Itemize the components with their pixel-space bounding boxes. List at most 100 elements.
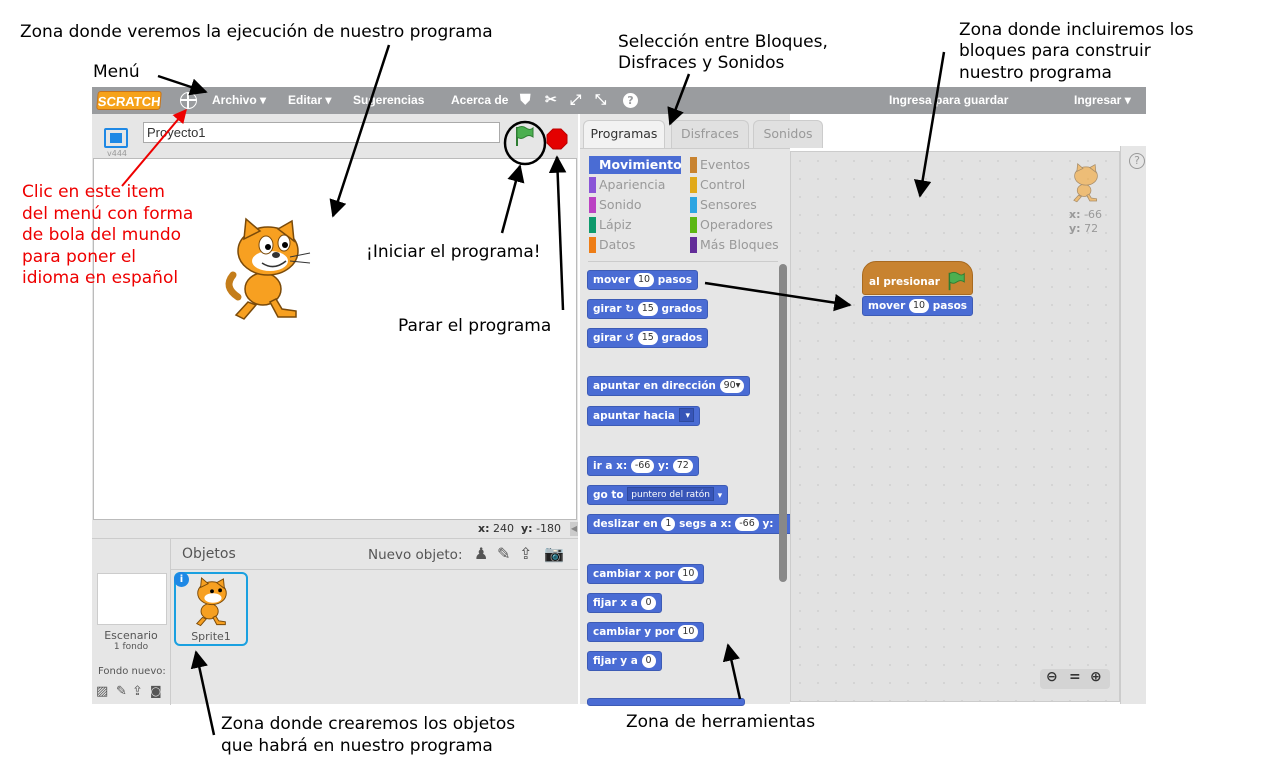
block-set-y-input[interactable]: 0 bbox=[641, 654, 656, 668]
menu-sugerencias[interactable]: Sugerencias bbox=[353, 93, 424, 107]
category-control[interactable]: Control bbox=[690, 176, 745, 194]
script-hat-block[interactable]: al presionar bbox=[862, 261, 973, 295]
project-name-input[interactable]: Proyecto1 bbox=[143, 122, 500, 143]
category-operators[interactable]: Operadores bbox=[690, 216, 773, 234]
tab-sonidos[interactable]: Sonidos bbox=[753, 120, 823, 148]
block-change-x-text: cambiar x por bbox=[593, 568, 675, 580]
category-more[interactable]: Más Bloques bbox=[690, 236, 779, 254]
y-label: y: bbox=[521, 522, 533, 535]
category-control-label: Control bbox=[700, 177, 746, 192]
category-sound[interactable]: Sonido bbox=[589, 196, 642, 214]
block-glide-y-label: y: bbox=[762, 518, 774, 530]
category-looks-label: Apariencia bbox=[599, 177, 666, 192]
annotation-globe-line3: de bola del mundo bbox=[22, 225, 182, 245]
category-motion-label: Movimiento bbox=[599, 157, 682, 172]
category-looks[interactable]: Apariencia bbox=[589, 176, 665, 194]
zoom-out-icon[interactable]: ⊖ bbox=[1046, 669, 1058, 685]
presentation-mode-icon[interactable] bbox=[104, 128, 128, 148]
script-hat-text: al presionar bbox=[869, 276, 940, 288]
signin-save-link[interactable]: Ingresa para guardar bbox=[889, 93, 1008, 107]
backdrop-upload-icon[interactable]: ⇪ bbox=[132, 684, 143, 699]
category-data[interactable]: Datos bbox=[589, 236, 635, 254]
block-change-x-input[interactable]: 10 bbox=[678, 567, 699, 581]
block-turn-right[interactable]: girar ↻ 15 grados bbox=[587, 299, 709, 319]
block-turn-left[interactable]: girar ↺ 15 grados bbox=[587, 328, 709, 348]
block-goto-y-label: y: bbox=[658, 460, 670, 472]
block-change-y[interactable]: cambiar y por 10 bbox=[587, 622, 705, 642]
category-sensing[interactable]: Sensores bbox=[690, 196, 757, 214]
category-events-label: Eventos bbox=[700, 157, 750, 172]
sprite-x-value: -66 bbox=[1084, 208, 1102, 221]
cut-icon[interactable]: ✂ bbox=[545, 91, 557, 108]
block-goto-x-input[interactable]: -66 bbox=[630, 459, 655, 473]
block-glide[interactable]: deslizar en 1 segs a x: -66 y: bbox=[587, 514, 790, 534]
block-point-direction[interactable]: apuntar en dirección 90▾ bbox=[587, 376, 751, 396]
block-goto-y-input[interactable]: 72 bbox=[672, 459, 693, 473]
block-set-x-input[interactable]: 0 bbox=[641, 596, 656, 610]
category-motion[interactable]: Movimiento bbox=[589, 156, 682, 174]
collapse-stage-icon[interactable]: ◀ bbox=[570, 522, 578, 536]
block-glide-secs-input[interactable]: 1 bbox=[661, 517, 676, 531]
block-goto-xy[interactable]: ir a x: -66 y: 72 bbox=[587, 456, 699, 476]
backdrop-paint-icon[interactable]: ✎ bbox=[116, 684, 127, 699]
info-icon[interactable]: i bbox=[174, 572, 189, 587]
category-sensing-label: Sensores bbox=[700, 197, 757, 212]
script-move-block[interactable]: mover 10 pasos bbox=[862, 296, 974, 316]
tab-programas[interactable]: Programas bbox=[583, 120, 665, 148]
block-point-towards-dropdown[interactable]: ▾ bbox=[678, 408, 695, 422]
sprite-library-icon[interactable]: ♟ bbox=[474, 544, 488, 563]
block-set-x[interactable]: fijar x a 0 bbox=[587, 593, 662, 613]
block-goto[interactable]: go to puntero del ratón ▾ bbox=[587, 485, 729, 505]
menu-acerca[interactable]: Acerca de bbox=[451, 93, 508, 107]
green-flag-icon[interactable] bbox=[512, 124, 536, 148]
sprite-x-label: x: bbox=[1069, 208, 1081, 221]
grow-icon[interactable]: ⤢ bbox=[570, 91, 581, 108]
sprite-y-label: y: bbox=[1069, 222, 1081, 235]
scripts-area[interactable]: al presionar mover 10 pasos x: -66 y: 72… bbox=[790, 151, 1120, 702]
block-change-y-input[interactable]: 10 bbox=[678, 625, 699, 639]
zoom-in-icon[interactable]: ⊕ bbox=[1090, 669, 1102, 685]
block-turn-left-text: girar bbox=[593, 332, 622, 344]
stop-icon[interactable] bbox=[546, 128, 568, 150]
backdrop-image-icon[interactable]: ▨ bbox=[96, 684, 108, 699]
block-change-x[interactable]: cambiar x por 10 bbox=[587, 564, 705, 584]
chevron-down-icon: ▾ bbox=[717, 491, 723, 501]
category-operators-label: Operadores bbox=[700, 217, 773, 232]
palette-scrollbar[interactable] bbox=[779, 264, 787, 582]
block-turn-left-input[interactable]: 15 bbox=[637, 331, 658, 345]
block-point-direction-text: apuntar en dirección bbox=[593, 380, 716, 392]
category-events[interactable]: Eventos bbox=[690, 156, 750, 174]
scratch-logo[interactable]: SCRATCH bbox=[96, 91, 162, 110]
upload-icon[interactable]: ⇪ bbox=[519, 544, 532, 563]
menu-archivo[interactable]: Archivo ▾ bbox=[212, 93, 266, 107]
stage-thumbnail[interactable] bbox=[97, 573, 167, 625]
zoom-reset-icon[interactable]: = bbox=[1069, 669, 1081, 685]
backdrop-camera-icon[interactable]: ◙ bbox=[150, 684, 162, 698]
globe-icon[interactable] bbox=[180, 92, 197, 109]
block-goto-dropdown[interactable]: puntero del ratón bbox=[627, 487, 714, 501]
category-sound-label: Sonido bbox=[599, 197, 642, 212]
block-move[interactable]: mover 10 pasos bbox=[587, 270, 699, 290]
block-point-towards[interactable]: apuntar hacia ▾ bbox=[587, 406, 701, 426]
current-sprite-icon bbox=[1067, 162, 1105, 204]
menu-editar[interactable]: Editar ▾ bbox=[288, 93, 331, 107]
block-point-direction-input[interactable]: 90▾ bbox=[719, 379, 745, 393]
category-pen[interactable]: Lápiz bbox=[589, 216, 632, 234]
block-glide-mid-text: segs a x: bbox=[679, 518, 732, 530]
help-icon[interactable]: ? bbox=[1129, 153, 1145, 169]
cat-sprite[interactable] bbox=[218, 217, 318, 322]
block-move-steps-input[interactable]: 10 bbox=[633, 273, 655, 287]
duplicate-icon[interactable]: ⛊ bbox=[520, 91, 531, 108]
block-turn-right-input[interactable]: 15 bbox=[637, 302, 658, 316]
signin-menu[interactable]: Ingresar ▾ bbox=[1074, 93, 1131, 107]
paint-icon[interactable]: ✎ bbox=[497, 544, 510, 563]
camera-icon[interactable]: 📷 bbox=[544, 544, 564, 563]
block-glide-x-input[interactable]: -66 bbox=[735, 517, 759, 531]
tab-disfraces[interactable]: Disfraces bbox=[671, 120, 749, 148]
help-icon[interactable]: ? bbox=[623, 93, 638, 108]
shrink-icon[interactable]: ⤡ bbox=[595, 91, 606, 108]
block-set-y[interactable]: fijar y a 0 bbox=[587, 651, 662, 671]
block-partial[interactable] bbox=[587, 698, 745, 706]
script-move-input[interactable]: 10 bbox=[908, 299, 930, 313]
sprite-thumbnail[interactable]: i Sprite1 bbox=[174, 572, 248, 646]
